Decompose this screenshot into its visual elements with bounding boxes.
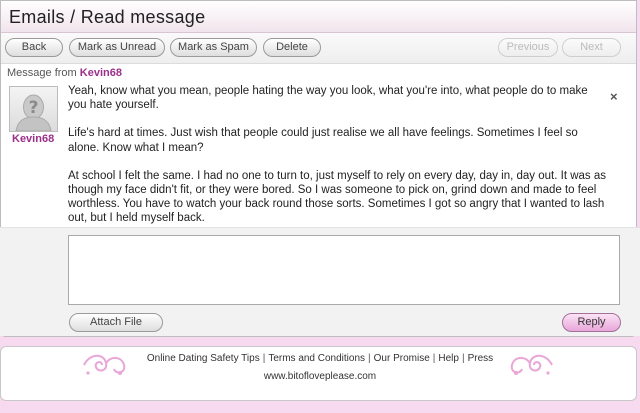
footer-separator: | — [262, 353, 266, 364]
footer-link-press[interactable]: Press — [468, 353, 494, 364]
footer-site-url[interactable]: www.bitofloveplease.com — [0, 371, 640, 382]
previous-button[interactable]: Previous — [498, 38, 558, 57]
page-title: Emails / Read message — [9, 7, 206, 27]
next-button[interactable]: Next — [562, 38, 621, 57]
footer-links: Online Dating Safety Tips | Terms and Cond… — [0, 353, 640, 364]
footer-link-our-promise[interactable]: Our Promise — [374, 353, 430, 364]
footer-separator: | — [461, 353, 465, 364]
footer-link-terms[interactable]: Terms and Conditions — [268, 353, 365, 364]
attach-file-button[interactable]: Attach File — [69, 313, 163, 332]
reply-textarea[interactable] — [68, 235, 620, 305]
message-paragraph: At school I felt the same. I had no one … — [68, 169, 607, 225]
message-paragraph: Yeah, know what you mean, people hating … — [68, 85, 588, 112]
message-from-sender: Kevin68 — [79, 67, 122, 79]
mark-unread-button[interactable]: Mark as Unread — [69, 38, 165, 57]
sender-avatar[interactable]: ? — [9, 86, 58, 132]
back-button[interactable]: Back — [5, 38, 63, 57]
reply-button[interactable]: Reply — [562, 313, 621, 332]
message-from-label: Message from — [7, 67, 77, 79]
message-from: Message from Kevin68 — [7, 67, 122, 79]
silhouette-question-icon: ? — [15, 94, 52, 131]
message-body: Yeah, know what you mean, people hating … — [68, 84, 608, 240]
mark-spam-button[interactable]: Mark as Spam — [170, 38, 257, 57]
sender-name[interactable]: Kevin68 — [12, 133, 54, 145]
message-paragraph: Life's hard at times. Just wish that peo… — [68, 127, 578, 154]
title-bar: Emails / Read message — [1, 1, 636, 33]
footer-separator: | — [432, 353, 436, 364]
svg-text:?: ? — [29, 98, 39, 118]
footer-separator: | — [368, 353, 371, 364]
footer-link-help[interactable]: Help — [438, 353, 459, 364]
footer-link-safety-tips[interactable]: Online Dating Safety Tips — [147, 353, 260, 364]
delete-button[interactable]: Delete — [263, 38, 321, 57]
close-icon[interactable]: × — [610, 89, 618, 104]
